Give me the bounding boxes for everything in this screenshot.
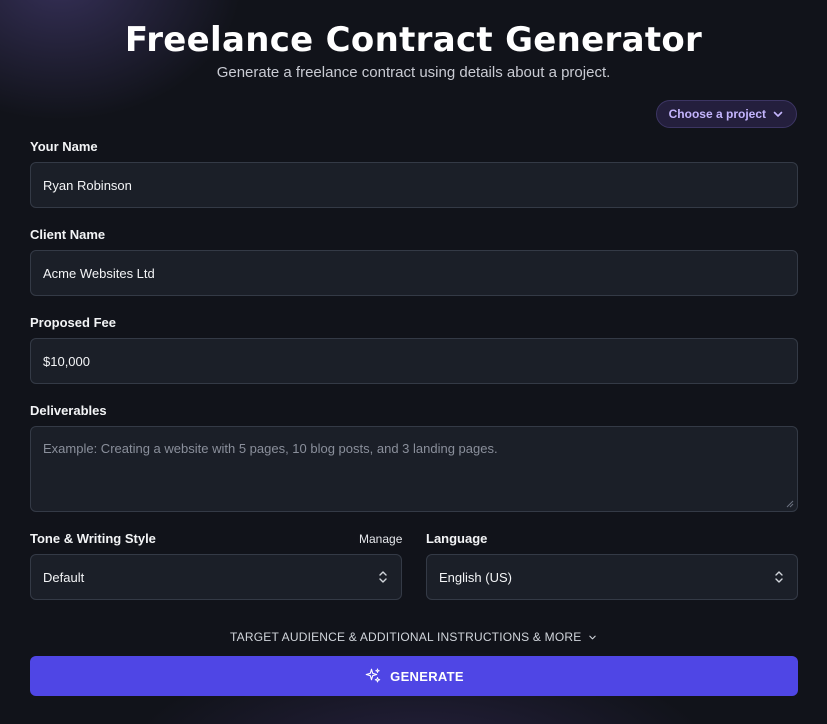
more-options-toggle[interactable]: TARGET AUDIENCE & ADDITIONAL INSTRUCTION… [0,630,827,644]
deliverables-label: Deliverables [30,403,107,418]
tone-label: Tone & Writing Style [30,531,156,546]
your-name-label: Your Name [30,139,98,154]
language-value: English (US) [439,569,512,585]
client-name-value: Acme Websites Ltd [43,265,155,281]
page-subtitle: Generate a freelance contract using deta… [216,64,611,81]
sparkles-icon [365,668,381,683]
chevron-down-icon [773,111,783,117]
language-label: Language [426,531,488,546]
choose-project-label: Choose a project [668,107,766,121]
contract-generator-page: Freelance Contract Generator Generate a … [0,0,827,724]
generate-button[interactable]: GENERATE [30,656,798,696]
proposed-fee-input[interactable]: $10,000 [30,338,798,384]
select-arrows-icon [775,571,783,583]
proposed-fee-value: $10,000 [43,353,90,369]
manage-tone-link[interactable]: Manage [359,532,402,546]
tone-select[interactable]: Default [30,554,402,600]
generate-label: GENERATE [390,668,464,684]
language-select[interactable]: English (US) [426,554,798,600]
client-name-input[interactable]: Acme Websites Ltd [30,250,798,296]
proposed-fee-label: Proposed Fee [30,315,116,330]
choose-project-button[interactable]: Choose a project [655,100,797,128]
select-arrows-icon [379,571,387,583]
client-name-label: Client Name [30,227,106,242]
page-title: Freelance Contract Generator [124,20,703,60]
resize-handle-icon[interactable] [786,500,794,508]
deliverables-textarea[interactable]: Example: Creating a website with 5 pages… [30,426,798,512]
your-name-value: Ryan Robinson [43,177,132,193]
your-name-input[interactable]: Ryan Robinson [30,162,798,208]
deliverables-placeholder: Example: Creating a website with 5 pages… [43,441,498,456]
more-options-label: TARGET AUDIENCE & ADDITIONAL INSTRUCTION… [230,630,582,644]
chevron-down-icon [589,635,596,640]
tone-value: Default [43,569,85,585]
